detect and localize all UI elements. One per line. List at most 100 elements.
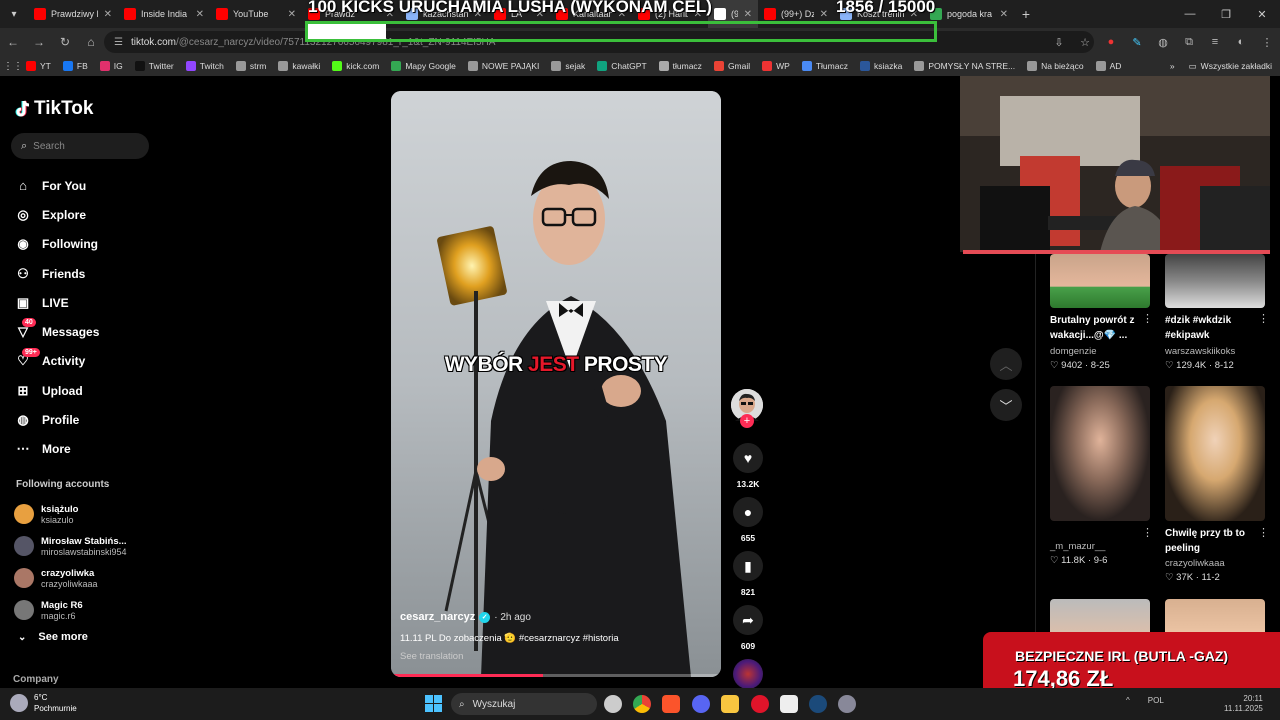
rec-2-more-icon[interactable]: ⋮ — [1258, 312, 1269, 325]
bookmark-item[interactable]: ksiazka — [859, 61, 902, 71]
minimize-icon[interactable]: — — [1172, 8, 1208, 20]
forward-icon[interactable]: → — [26, 35, 52, 49]
bookmark-item[interactable]: Gmail — [713, 61, 750, 71]
video-player[interactable]: WYBÓR JEST PROSTY cesarz_narcyz ✓ · 2h a… — [391, 91, 721, 677]
bookmark-item[interactable]: Twitter — [134, 61, 174, 71]
site-info-icon[interactable]: ☰ — [114, 37, 123, 48]
browser-tab[interactable]: pogoda kra ✕ — [924, 0, 1014, 28]
browser-tab[interactable]: Prawdziwy L ✕ — [28, 0, 118, 28]
comment-button[interactable]: ● 655 — [731, 497, 765, 543]
tab-close-icon[interactable]: ✕ — [820, 9, 828, 20]
settings-gear-icon[interactable] — [838, 695, 856, 713]
brave-icon[interactable] — [662, 695, 680, 713]
record-extension-icon[interactable]: ● — [1098, 36, 1124, 48]
following-account[interactable]: Magic R6 magic.r6 — [14, 594, 127, 626]
bookmark-item[interactable]: strm — [235, 61, 266, 71]
rec-thumbnail-2[interactable] — [1165, 254, 1265, 308]
following-account[interactable]: książulo ksiazulo — [14, 498, 127, 530]
nav-item-following[interactable]: ◉ Following — [14, 230, 99, 259]
nav-item-friends[interactable]: ⚇ Friends — [14, 259, 99, 288]
windows-start-icon[interactable] — [425, 695, 442, 712]
save-button[interactable]: ▮ 821 — [731, 551, 765, 597]
nav-item-more[interactable]: ⋯ More — [14, 435, 99, 464]
all-bookmarks-button[interactable]: Wszystkie zakładki — [1201, 61, 1272, 71]
rec-3-more-icon[interactable]: ⋮ — [1142, 526, 1153, 539]
steam-icon[interactable] — [809, 695, 827, 713]
rec-4-more-icon[interactable]: ⋮ — [1258, 526, 1269, 539]
app-icon[interactable] — [780, 695, 798, 713]
weather-widget[interactable]: 6°C Pochmurnie — [10, 692, 77, 714]
tab-search-icon[interactable]: ▾ — [0, 0, 28, 28]
previous-video-button[interactable]: ︿ — [990, 348, 1022, 380]
rec-thumbnail-4[interactable] — [1165, 386, 1265, 521]
chrome-icon[interactable] — [633, 695, 651, 713]
rec-user-1[interactable]: domgenzie — [1050, 346, 1096, 357]
rec-title-1[interactable]: Brutalny powrót z wakacji...@💎 ... — [1050, 313, 1150, 343]
translate-extension-icon[interactable]: ✎ — [1124, 36, 1150, 49]
media-icon[interactable]: ≡ — [1202, 36, 1228, 48]
bookmark-item[interactable]: tłumacz — [658, 61, 702, 71]
tab-close-icon[interactable]: ✕ — [288, 9, 296, 20]
bookmark-item[interactable]: IG — [99, 61, 123, 71]
video-author[interactable]: cesarz_narcyz — [400, 611, 475, 623]
tab-close-icon[interactable]: ✕ — [196, 9, 204, 20]
bookmark-item[interactable]: AD — [1095, 61, 1121, 71]
search-input[interactable]: ⌕ Search — [11, 133, 149, 159]
rec-user-2[interactable]: warszawskiikoks — [1165, 346, 1235, 357]
nav-item-messages[interactable]: ▽ 40 Messages — [14, 317, 99, 346]
tab-close-icon[interactable]: ✕ — [744, 9, 752, 20]
close-window-icon[interactable]: ✕ — [1244, 8, 1280, 21]
language-indicator[interactable]: POL — [1148, 696, 1164, 705]
bookmark-star-icon[interactable]: ☆ — [1072, 36, 1098, 49]
next-video-button[interactable]: ﹀ — [990, 389, 1022, 421]
bookmark-item[interactable]: sejak — [551, 61, 585, 71]
profile-avatar-icon[interactable]: ◐ — [1228, 36, 1254, 48]
browser-tab[interactable]: YouTube ✕ — [210, 0, 302, 28]
following-account[interactable]: Mirosław Stabińs... miroslawstabinski954 — [14, 530, 127, 562]
creator-avatar[interactable]: + — [731, 389, 763, 428]
bookmark-item[interactable]: kawałki — [278, 61, 320, 71]
rec-1-more-icon[interactable]: ⋮ — [1142, 312, 1153, 325]
rec-user-4[interactable]: crazyoliwkaaa — [1165, 558, 1225, 569]
following-account[interactable]: crazyoliwka crazyoliwkaaa — [14, 562, 127, 594]
bookmark-item[interactable]: WP — [762, 61, 790, 71]
nav-item-explore[interactable]: ◎ Explore — [14, 200, 99, 229]
like-button[interactable]: ♥ 13.2K — [731, 443, 765, 489]
obs-icon[interactable] — [604, 695, 622, 713]
share-button[interactable]: ➦ 609 — [731, 605, 765, 651]
new-tab-button[interactable]: + — [1014, 6, 1038, 22]
nav-item-activity[interactable]: ♡ 99+ Activity — [14, 347, 99, 376]
install-icon[interactable]: ⇩ — [1046, 36, 1072, 49]
follow-plus-icon[interactable]: + — [740, 414, 754, 428]
bookmark-item[interactable]: ChatGPT — [597, 61, 647, 71]
maximize-icon[interactable]: ❐ — [1208, 8, 1244, 21]
nav-item-for-you[interactable]: ⌂ For You — [14, 171, 99, 200]
bookmark-item[interactable]: NOWE PAJĄKI — [467, 61, 539, 71]
nav-item-live[interactable]: ▣ LIVE — [14, 288, 99, 317]
rec-title-4[interactable]: Chwilę przy tb to peeling — [1165, 526, 1260, 556]
kebab-menu-icon[interactable]: ⋮ — [1254, 36, 1280, 49]
bookmark-item[interactable]: Tłumacz — [801, 61, 848, 71]
back-icon[interactable]: ← — [0, 35, 26, 49]
discord-icon[interactable] — [692, 695, 710, 713]
rec-title-2[interactable]: #dzik #wkdzik #ekipawk — [1165, 313, 1260, 343]
extension-icon[interactable]: ◍ — [1150, 36, 1176, 49]
opera-icon[interactable] — [751, 695, 769, 713]
bookmark-item[interactable]: Na bieżąco — [1027, 61, 1084, 71]
chevron-up-icon[interactable]: ^ — [1126, 696, 1130, 705]
browser-tab[interactable]: Inside India ✕ — [118, 0, 210, 28]
bookmark-item[interactable]: Twitch — [185, 61, 224, 71]
see-more-button[interactable]: ⌄ See more — [18, 631, 88, 643]
rec-thumbnail-1[interactable] — [1050, 254, 1150, 308]
file-explorer-icon[interactable] — [721, 695, 739, 713]
puzzle-icon[interactable]: ⧉ — [1176, 36, 1202, 49]
tiktok-logo[interactable]: TikTok — [15, 98, 93, 120]
nav-item-upload[interactable]: ⊞ Upload — [14, 376, 99, 405]
tab-close-icon[interactable]: ✕ — [104, 9, 112, 20]
taskbar-clock[interactable]: 20:11 11.11.2025 — [1224, 694, 1263, 714]
rec-user-3[interactable]: _m_mazur__ — [1050, 541, 1105, 552]
apps-grid-icon[interactable]: ⋮⋮ — [0, 61, 26, 72]
see-translation-link[interactable]: See translation — [400, 651, 715, 662]
home-icon[interactable]: ⌂ — [78, 35, 104, 49]
reload-icon[interactable]: ↻ — [52, 35, 78, 49]
